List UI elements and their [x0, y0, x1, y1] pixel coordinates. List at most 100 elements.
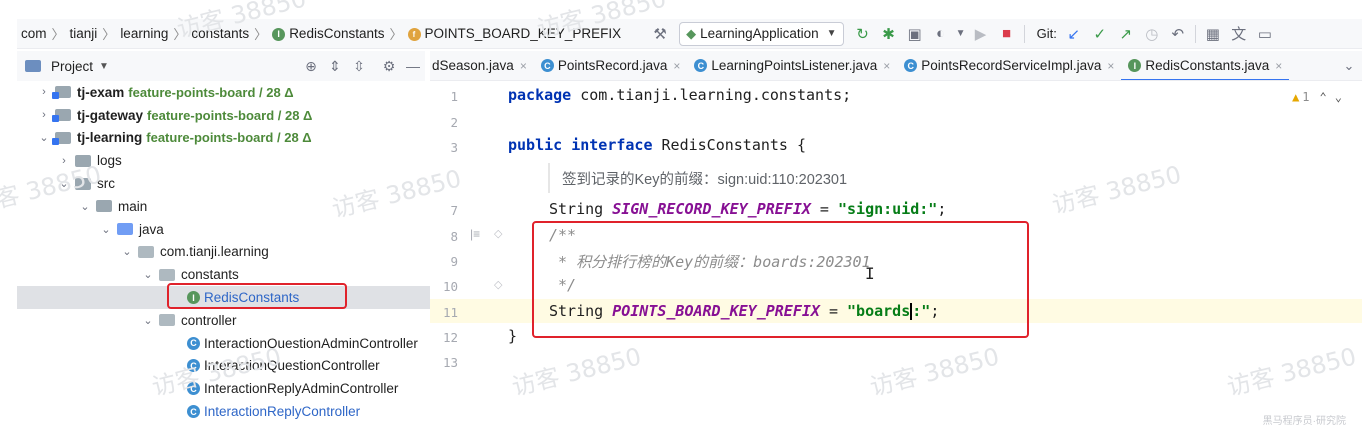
tab-label: RedisConstants.java — [1145, 58, 1270, 73]
tab-pointsrecordserviceimpl[interactable]: C PointsRecordServiceImpl.java × — [897, 51, 1121, 80]
tree-item-label: logs — [97, 153, 122, 169]
tree-item-class[interactable]: C InteractionReplyAdminController — [17, 377, 430, 400]
tree-item-controller[interactable]: ⌄ controller — [17, 309, 430, 332]
chevron-right-icon: 〉 — [173, 27, 187, 42]
history-icon[interactable]: ◷ — [1139, 22, 1165, 46]
chevron-right-icon: 〉 — [51, 27, 65, 42]
settings-gear-icon[interactable]: ⚙ — [377, 58, 401, 75]
class-icon: C — [694, 59, 708, 72]
tree-item-src[interactable]: ⌄ src — [17, 172, 430, 195]
chevron-down-icon: ▼ — [826, 28, 837, 39]
warning-icon: ▲ — [1292, 90, 1300, 104]
module-folder-icon — [52, 86, 71, 100]
class-icon: C — [187, 336, 200, 350]
inspection-widget[interactable]: ▲ 1 ⌃ ⌄ — [1292, 90, 1342, 104]
editor-gutter: 1 1 2 3 7 8 9 10 11 12 13 |≡ ◇ ◇ — [430, 81, 512, 423]
line-number: 8 — [450, 229, 458, 244]
tab-season[interactable]: dSeason.java × — [430, 51, 534, 80]
project-tree: › tj-exam feature-points-board / 28 Δ › … — [17, 81, 430, 423]
tree-item-class[interactable]: C InteractionReplyController — [17, 400, 430, 423]
chevron-right-icon: 〉 — [102, 27, 116, 42]
breadcrumb-redisconstants-label: RedisConstants — [289, 26, 385, 41]
chevron-right-icon[interactable]: › — [37, 109, 51, 121]
breadcrumb-constants[interactable]: constants — [187, 26, 253, 41]
tree-item-label: tj-exam — [77, 84, 125, 100]
toolbar-separator — [1194, 24, 1196, 43]
fold-icon[interactable]: ◇ — [494, 227, 502, 240]
breadcrumb-field[interactable]: f POINTS_BOARD_KEY_PREFIX — [404, 26, 626, 41]
tree-item-class[interactable]: C InteractionQuestionAdminController — [17, 332, 430, 355]
hammer-icon[interactable]: ⚒ — [647, 22, 673, 46]
chevron-down-icon[interactable]: ⌄ — [57, 177, 71, 190]
rollback-icon[interactable]: ↶ — [1165, 22, 1191, 46]
project-view-title[interactable]: Project — [51, 59, 93, 74]
chevron-down-icon[interactable]: ⌄ — [99, 223, 113, 236]
collapse-all-icon[interactable]: ⇳ — [347, 58, 371, 75]
hide-panel-icon[interactable]: — — [401, 58, 425, 74]
breadcrumb-learning[interactable]: learning — [116, 26, 172, 41]
profile-icon[interactable]: ◐ — [928, 22, 954, 46]
more-run-chevron-icon[interactable]: ▼ — [954, 22, 968, 46]
chevron-down-icon[interactable]: ▼ — [99, 61, 109, 72]
close-icon[interactable]: × — [673, 59, 680, 73]
close-icon[interactable]: × — [883, 59, 890, 73]
tree-item-label: src — [97, 176, 115, 192]
chevron-right-icon[interactable]: › — [57, 155, 71, 167]
tab-label: dSeason.java — [432, 58, 514, 73]
line-number: 7 — [450, 203, 458, 218]
git-commit-icon[interactable]: ✓ — [1087, 22, 1113, 46]
tree-item-main[interactable]: ⌄ main — [17, 195, 430, 218]
git-update-icon[interactable]: ↙ — [1061, 22, 1087, 46]
chevron-down-icon[interactable]: ⌄ — [141, 268, 155, 281]
tab-learningpointslistener[interactable]: C LearningPointsListener.java × — [687, 51, 897, 80]
chevron-down-icon[interactable]: ⌄ — [141, 314, 155, 327]
tree-item-tj-exam[interactable]: › tj-exam feature-points-board / 28 Δ — [17, 81, 430, 104]
debug-icon[interactable]: ✱ — [876, 22, 902, 46]
project-structure-icon[interactable]: ▦ — [1200, 22, 1226, 46]
tree-item-label: com.tianji.learning — [160, 244, 269, 260]
class-icon: C — [540, 59, 554, 72]
close-icon[interactable]: × — [1275, 59, 1282, 73]
tree-item-logs[interactable]: › logs — [17, 149, 430, 172]
breadcrumb-field-label: POINTS_BOARD_KEY_PREFIX — [424, 26, 622, 41]
run-icon[interactable]: ▶ — [968, 22, 994, 46]
close-icon[interactable]: × — [1107, 59, 1114, 73]
chevron-down-icon[interactable]: ⌄ — [37, 131, 51, 144]
chevron-down-icon[interactable]: ⌄ — [78, 200, 92, 213]
doc-render-toggle-icon[interactable]: |≡ — [470, 227, 480, 241]
stop-icon[interactable]: ■ — [994, 22, 1020, 46]
project-view-icon — [25, 60, 41, 72]
side-panel-icon[interactable]: ▭ — [1252, 22, 1278, 46]
breadcrumb-tianji[interactable]: tianji — [66, 26, 102, 41]
rerun-icon[interactable]: ↻ — [850, 22, 876, 46]
tree-item-label: main — [118, 198, 148, 214]
translate-icon[interactable]: 文 — [1226, 22, 1252, 46]
chevron-down-icon[interactable]: ⌄ — [1336, 58, 1362, 74]
tree-item-java[interactable]: ⌄ java — [17, 218, 430, 241]
chevron-right-icon: 〉 — [389, 27, 403, 42]
chevron-down-icon[interactable]: ⌄ — [120, 245, 134, 258]
git-branch-label: feature-points-board / 28 Δ — [147, 107, 313, 123]
breadcrumb-redisconstants[interactable]: I RedisConstants — [268, 26, 388, 41]
coverage-icon[interactable]: ▣ — [902, 22, 928, 46]
run-config-selector[interactable]: ◆ LearningApplication ▼ — [679, 21, 844, 46]
chevron-right-icon[interactable]: › — [37, 86, 51, 98]
tab-redisconstants[interactable]: I RedisConstants.java × — [1121, 51, 1290, 80]
tree-item-package[interactable]: ⌄ com.tianji.learning — [17, 241, 430, 264]
chevron-down-icon[interactable]: ⌄ — [1335, 90, 1342, 104]
package-icon — [159, 268, 175, 281]
expand-all-icon[interactable]: ⇕ — [323, 58, 347, 75]
code-editor[interactable]: ▲ 1 ⌃ ⌄ package com.tianji.learning.cons… — [430, 81, 1362, 423]
tree-item-tj-gateway[interactable]: › tj-gateway feature-points-board / 28 Δ — [17, 104, 430, 127]
tab-pointsrecord[interactable]: C PointsRecord.java × — [534, 51, 688, 80]
git-push-icon[interactable]: ↗ — [1113, 22, 1139, 46]
tree-item-class[interactable]: C InteractionQuestionController — [17, 355, 430, 378]
fold-icon[interactable]: ◇ — [494, 278, 502, 291]
locate-icon[interactable]: ⊕ — [299, 58, 323, 75]
close-icon[interactable]: × — [520, 59, 527, 73]
breadcrumb-com[interactable]: com — [17, 26, 51, 41]
class-icon: C — [904, 59, 918, 72]
navigation-bar: com 〉 tianji 〉 learning 〉 constants 〉 IR… — [17, 19, 1362, 49]
tree-item-tj-learning[interactable]: ⌄ tj-learning feature-points-board / 28 … — [17, 127, 430, 150]
chevron-up-icon[interactable]: ⌃ — [1320, 90, 1327, 104]
